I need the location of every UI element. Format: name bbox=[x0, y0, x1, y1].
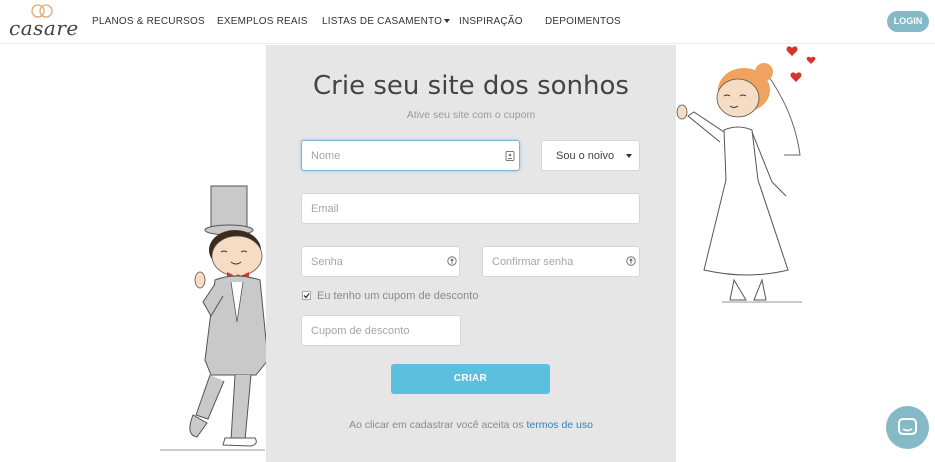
chat-button[interactable] bbox=[886, 406, 929, 449]
confirm-password-field[interactable] bbox=[482, 246, 640, 277]
casare-logo[interactable]: casare bbox=[9, 2, 78, 42]
role-select[interactable]: Sou o noivo bbox=[541, 140, 640, 171]
heart-icon bbox=[790, 72, 802, 82]
chat-icon bbox=[898, 418, 917, 435]
groom-illustration bbox=[160, 185, 269, 451]
email-field[interactable] bbox=[301, 193, 640, 224]
bride-illustration bbox=[676, 46, 816, 303]
terms-prefix: Ao clicar em cadastrar você aceita os bbox=[349, 419, 524, 431]
signup-panel: Crie seu site dos sonhos Ative seu site … bbox=[266, 45, 676, 462]
heart-icon bbox=[786, 46, 798, 56]
nav-exemplos-reais[interactable]: EXEMPLOS REAIS bbox=[217, 16, 308, 27]
contact-card-icon bbox=[505, 151, 515, 161]
coupon-checkbox[interactable] bbox=[302, 291, 311, 300]
page: casare PLANOS & RECURSOS EXEMPLOS REAIS … bbox=[0, 0, 935, 462]
name-input[interactable] bbox=[301, 140, 520, 171]
key-icon bbox=[626, 256, 636, 266]
nav-listas-de-casamento[interactable]: LISTAS DE CASAMENTO bbox=[322, 16, 451, 27]
nav-listas-label: LISTAS DE CASAMENTO bbox=[322, 16, 443, 27]
nav-depoimentos[interactable]: DEPOIMENTOS bbox=[545, 16, 621, 27]
role-select-value: Sou o noivo bbox=[556, 150, 615, 162]
page-subtitle: Ative seu site com o cupom bbox=[406, 109, 536, 121]
key-icon bbox=[447, 256, 457, 266]
logo-text: casare bbox=[9, 16, 79, 40]
chevron-down-icon bbox=[444, 19, 451, 24]
terms-text: Ao clicar em cadastrar você aceita os te… bbox=[266, 419, 676, 431]
page-title: Crie seu site dos sonhos bbox=[313, 71, 629, 101]
nav-inspiracao[interactable]: INSPIRAÇÃO bbox=[459, 16, 523, 27]
chevron-down-icon bbox=[626, 154, 632, 158]
password-field[interactable] bbox=[301, 246, 460, 277]
terms-link[interactable]: termos de uso bbox=[526, 419, 593, 431]
top-navbar: casare PLANOS & RECURSOS EXEMPLOS REAIS … bbox=[0, 0, 935, 44]
login-button[interactable]: LOGIN bbox=[887, 11, 929, 32]
create-button[interactable]: CRIAR bbox=[391, 364, 550, 394]
coupon-field[interactable] bbox=[301, 315, 461, 346]
heart-icon bbox=[806, 56, 816, 64]
coupon-checkbox-label: Eu tenho um cupom de desconto bbox=[317, 290, 479, 302]
nav-planos-recursos[interactable]: PLANOS & RECURSOS bbox=[92, 16, 205, 27]
